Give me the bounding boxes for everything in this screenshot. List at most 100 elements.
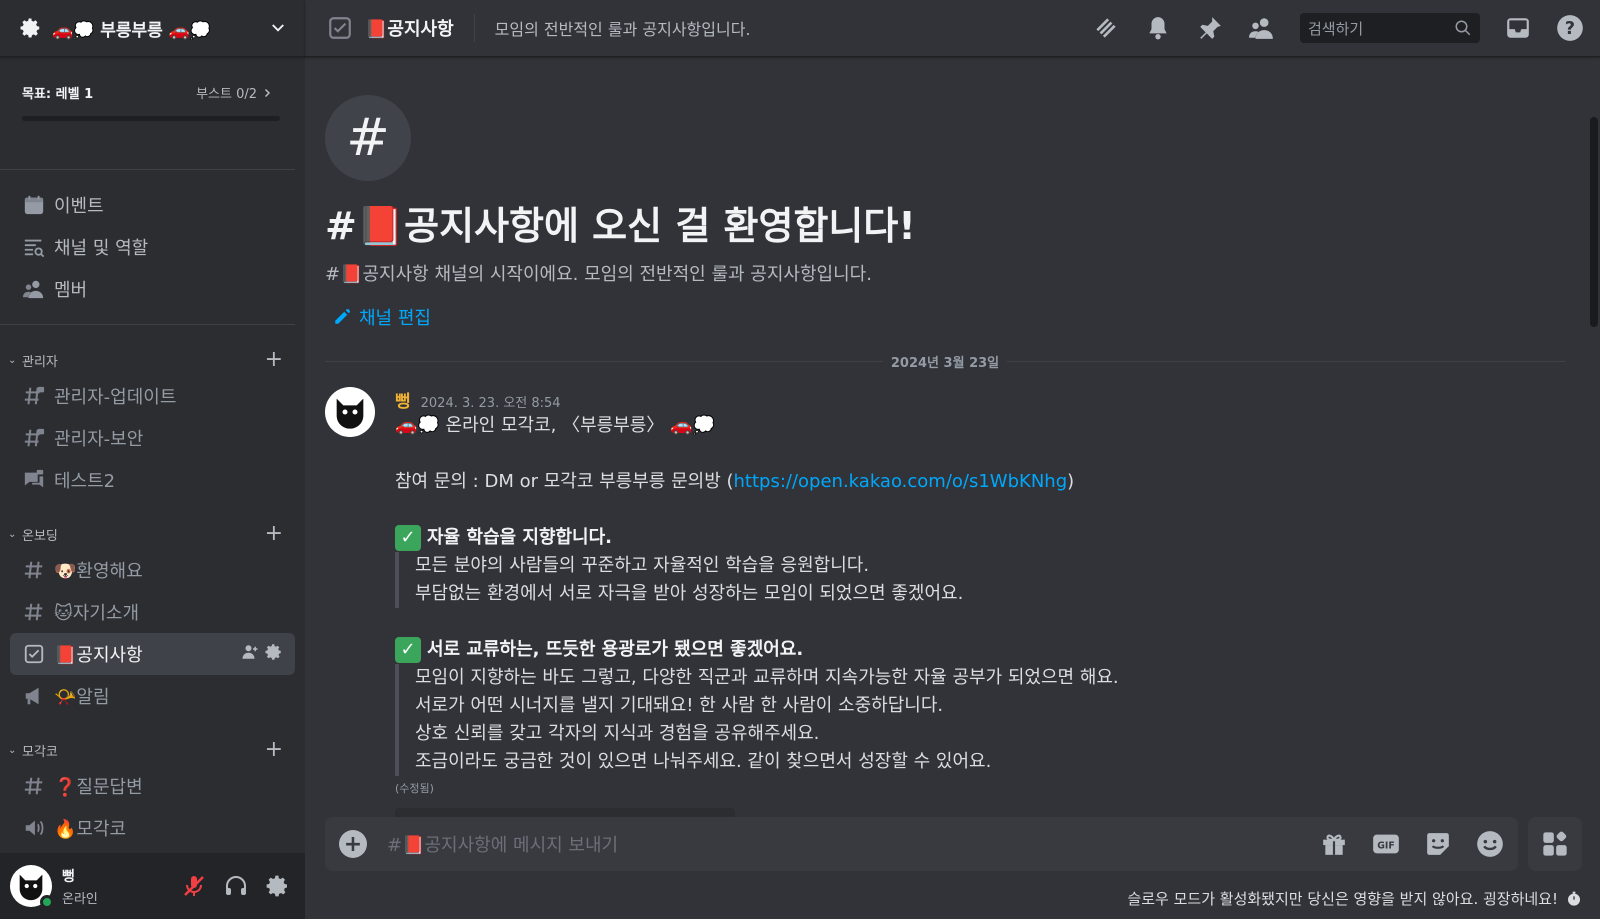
section-title: 서로 교류하는, 뜨듯한 용광로가 됐으면 좋겠어요. [427, 639, 804, 660]
hash-icon [22, 774, 46, 798]
announcement-icon [22, 684, 46, 708]
message-timestamp: 2024. 3. 23. 오전 8:54 [420, 396, 561, 411]
channel-topic[interactable]: 모임의 전반적인 룰과 공지사항입니다. [495, 16, 1092, 40]
section-title: 자율 학습을 지향합니다. [427, 527, 612, 548]
quote-line: 조금이라도 궁금한 것이 있으면 나눠주세요. 같이 찾으면서 성장할 수 있어… [415, 751, 992, 772]
chevron-right-icon [264, 88, 271, 97]
nav-item-channels-roles[interactable]: 채널 및 역할 [10, 226, 285, 268]
boost-goal-panel[interactable]: 목표: 레벨 1 부스트 0/2 [0, 57, 295, 170]
channel-item[interactable]: 테스트2 [10, 459, 295, 501]
inbox-icon[interactable] [1504, 14, 1532, 42]
category-name: 관리자 [22, 354, 58, 370]
apps-button[interactable] [1528, 817, 1582, 871]
headphones-icon[interactable] [223, 873, 249, 899]
quote-line: 부담없는 환경에서 서로 자극을 받아 성장하는 모임이 되었으면 좋겠어요. [415, 583, 964, 604]
scrollbar[interactable] [1590, 117, 1598, 327]
main-panel: 📕공지사항 모임의 전반적인 룰과 공지사항입니다. 검색하기 ? # #📕공지… [305, 0, 1600, 919]
channel-item[interactable]: 🔥모각코 [10, 807, 295, 849]
channel-settings-icon[interactable] [265, 643, 283, 666]
sticker-icon[interactable] [1424, 830, 1452, 858]
nav-item-label: 멤버 [54, 280, 88, 301]
locked-hash-icon [22, 426, 46, 450]
blockquote: 모든 분야의 사람들의 꾸준하고 자율적인 학습을 응원합니다. 부담없는 환경… [395, 552, 1119, 608]
category-name: 모각코 [22, 744, 58, 760]
mute-microphone-icon[interactable] [181, 873, 207, 899]
chevron-down-icon [269, 19, 287, 37]
channel-hash-icon: # [325, 95, 411, 181]
svg-text:GIF: GIF [1377, 841, 1395, 852]
inquiry-suffix: ) [1067, 471, 1075, 492]
nav-item-label: 채널 및 역할 [54, 238, 149, 259]
channel-item-active[interactable]: 📕공지사항 [10, 633, 295, 675]
emoji-icon[interactable] [1476, 830, 1504, 858]
user-settings-icon[interactable] [265, 873, 291, 899]
section-heading: ✓ 서로 교류하는, 뜨듯한 용광로가 됐으면 좋겠어요. [395, 636, 1119, 664]
member-list-icon[interactable] [1248, 14, 1276, 42]
rules-icon [22, 642, 46, 666]
members-icon [22, 277, 46, 301]
nav-item-members[interactable]: 멤버 [10, 268, 285, 310]
channel-item[interactable]: 🐱자기소개 [10, 591, 295, 633]
quote-line: 모든 분야의 사람들의 꾸준하고 자율적인 학습을 응원합니다. [415, 555, 870, 576]
boost-goal-label: 목표: 레벨 1 [22, 87, 94, 102]
hash-icon [22, 558, 46, 582]
caret-down-icon: ⌄ [8, 528, 17, 540]
search-icon [1455, 20, 1471, 36]
pencil-icon [335, 308, 351, 324]
help-icon[interactable]: ? [1556, 14, 1584, 42]
user-name: 뻥 [62, 868, 75, 885]
add-channel-icon[interactable]: + [265, 523, 283, 545]
channel-label: 🐱자기소개 [54, 603, 140, 624]
server-settings-icon [20, 17, 42, 39]
search-input[interactable]: 검색하기 [1300, 13, 1480, 43]
edited-label: (수정됨) [395, 782, 434, 795]
category-admin[interactable]: ⌄ 관리자 + [0, 345, 305, 375]
app: 🚗💭 부릉부릉 🚗💭 목표: 레벨 1 부스트 0/2 이벤트 채널 및 역할 … [0, 0, 1600, 919]
message-input[interactable]: #📕공지사항에 메시지 보내기 [387, 831, 1320, 857]
add-channel-icon[interactable]: + [265, 349, 283, 371]
quote-line: 모임이 지향하는 바도 그렇고, 다양한 직군과 교류하며 지속가능한 자율 공… [415, 667, 1119, 688]
voice-icon [22, 816, 46, 840]
message-scroller[interactable]: # #📕공지사항에 오신 걸 환영합니다! #📕공지사항 채널의 시작이에요. … [305, 57, 1600, 919]
edit-channel-button[interactable]: 채널 편집 [333, 304, 1600, 330]
channel-label: 테스트2 [54, 471, 116, 492]
invite-link[interactable]: https://open.kakao.com/o/s1WbKNhg [734, 471, 1068, 492]
gif-icon[interactable]: GIF [1372, 830, 1400, 858]
channel-label: 관리자-보안 [54, 429, 144, 450]
invite-members-icon[interactable] [241, 643, 259, 666]
category-onboarding[interactable]: ⌄ 온보딩 + [0, 519, 305, 549]
nav-item-label: 이벤트 [54, 196, 104, 217]
add-channel-icon[interactable]: + [265, 739, 283, 761]
message[interactable]: 뻥 2024. 3. 23. 오전 8:54 🚗💭 온라인 모각코, 〈부릉부릉… [325, 387, 1600, 838]
gift-icon[interactable] [1320, 830, 1348, 858]
nav-item-events[interactable]: 이벤트 [10, 184, 285, 226]
server-nav: 이벤트 채널 및 역할 멤버 [0, 170, 295, 325]
server-header[interactable]: 🚗💭 부릉부릉 🚗💭 [0, 0, 305, 57]
message-composer[interactable]: + #📕공지사항에 메시지 보내기 GIF [325, 817, 1518, 871]
boost-count: 부스트 0/2 [196, 83, 273, 102]
avatar[interactable] [10, 865, 54, 909]
threads-icon[interactable] [1092, 14, 1120, 42]
header-divider [473, 14, 475, 42]
slowmode-text: 슬로우 모드가 활성화됐지만 당신은 영향을 받지 않아요. 굉장하네요! [1127, 890, 1558, 908]
channel-item[interactable]: 🐶환영해요 [10, 549, 295, 591]
channel-label: ❓질문답변 [54, 777, 143, 798]
notification-bell-icon[interactable] [1144, 14, 1172, 42]
add-attachment-button[interactable]: + [339, 830, 367, 858]
avatar[interactable] [325, 387, 375, 437]
channel-item[interactable]: 📯알림 [10, 675, 295, 717]
check-mark-icon: ✓ [395, 637, 421, 663]
channel-item[interactable]: ❓질문답변 [10, 765, 295, 807]
message-author[interactable]: 뻥 [395, 387, 411, 412]
channel-browse-icon [22, 235, 46, 259]
caret-down-icon: ⌄ [8, 354, 17, 366]
channel-label: 🐶환영해요 [54, 561, 143, 582]
channel-item[interactable]: 관리자-보안 [10, 417, 295, 459]
calendar-icon [22, 193, 46, 217]
welcome-title: #📕공지사항에 오신 걸 환영합니다! [325, 204, 916, 248]
category-mogakco[interactable]: ⌄ 모각코 + [0, 735, 305, 765]
pin-icon[interactable] [1196, 14, 1224, 42]
channel-item[interactable]: 관리자-업데이트 [10, 375, 295, 417]
locked-forum-icon [22, 468, 46, 492]
edit-channel-label: 채널 편집 [359, 308, 431, 329]
